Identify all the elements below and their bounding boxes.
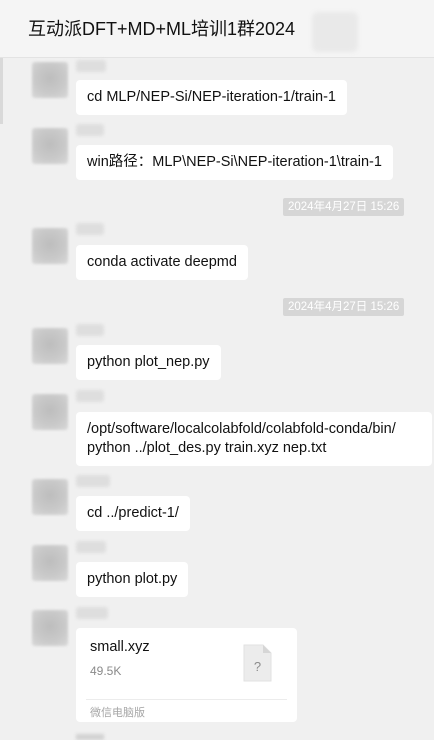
sender-avatar[interactable] <box>32 128 68 164</box>
next-sender-name-blurred <box>76 734 104 740</box>
sender-avatar[interactable] <box>32 228 68 264</box>
sender-name-blurred <box>76 541 106 553</box>
message-text: conda activate deepmd <box>87 254 237 270</box>
sender-avatar[interactable] <box>32 328 68 364</box>
sender-name-blurred <box>76 390 104 402</box>
sender-name-blurred <box>76 607 108 619</box>
sender-name-blurred <box>76 324 104 336</box>
message-text: python plot_nep.py <box>87 354 210 370</box>
file-attachment-card[interactable]: small.xyz 49.5K ? 微信电脑版 <box>76 628 297 722</box>
message-text: python plot.py <box>87 571 178 587</box>
message-text: win路径：MLP\NEP-Si\NEP-iteration-1\train-1 <box>87 154 382 170</box>
message-bubble[interactable]: win路径：MLP\NEP-Si\NEP-iteration-1\train-1 <box>76 145 393 180</box>
message-bubble[interactable]: cd ../predict-1/ <box>76 496 190 531</box>
sender-avatar[interactable] <box>32 394 68 430</box>
message-text: cd MLP/NEP-Si/NEP-iteration-1/train-1 <box>87 89 336 105</box>
file-source-label: 微信电脑版 <box>90 707 145 719</box>
message-text: cd ../predict-1/ <box>87 505 179 521</box>
message-bubble[interactable]: python plot_nep.py <box>76 345 221 380</box>
chat-header: 互动派DFT+MD+ML培训1群2024 <box>0 0 434 58</box>
chat-title[interactable]: 互动派DFT+MD+ML培训1群2024 <box>28 18 295 40</box>
message-bubble[interactable]: python plot.py <box>76 562 189 597</box>
message-text-line: /opt/software/localcolabfold/colabfold-c… <box>87 421 396 437</box>
sender-avatar[interactable] <box>32 62 68 98</box>
message-timestamp: 2024年4月27日 15:26 <box>283 298 405 316</box>
file-card-divider <box>86 699 287 700</box>
file-icon-glyph: ? <box>254 659 261 674</box>
sender-name-blurred <box>76 475 110 487</box>
group-member-count-blurred <box>312 12 358 52</box>
sender-name-blurred <box>76 124 104 136</box>
message-text-line: python ../plot_des.py train.xyz nep.txt <box>87 440 327 456</box>
file-size: 49.5K <box>90 664 122 678</box>
sender-avatar[interactable] <box>32 545 68 581</box>
sender-avatar[interactable] <box>32 479 68 515</box>
message-bubble[interactable]: /opt/software/localcolabfold/colabfold-c… <box>76 412 432 466</box>
message-bubble[interactable]: cd MLP/NEP-Si/NEP-iteration-1/train-1 <box>76 80 347 115</box>
message-timestamp: 2024年4月27日 15:26 <box>283 198 405 216</box>
message-bubble[interactable]: conda activate deepmd <box>76 245 248 280</box>
unknown-file-icon: ? <box>243 644 272 682</box>
sender-avatar[interactable] <box>32 610 68 646</box>
sender-name-blurred <box>76 223 104 235</box>
sender-name-blurred <box>76 60 106 72</box>
file-name: small.xyz <box>90 639 150 655</box>
scroll-indicator[interactable] <box>0 58 3 124</box>
